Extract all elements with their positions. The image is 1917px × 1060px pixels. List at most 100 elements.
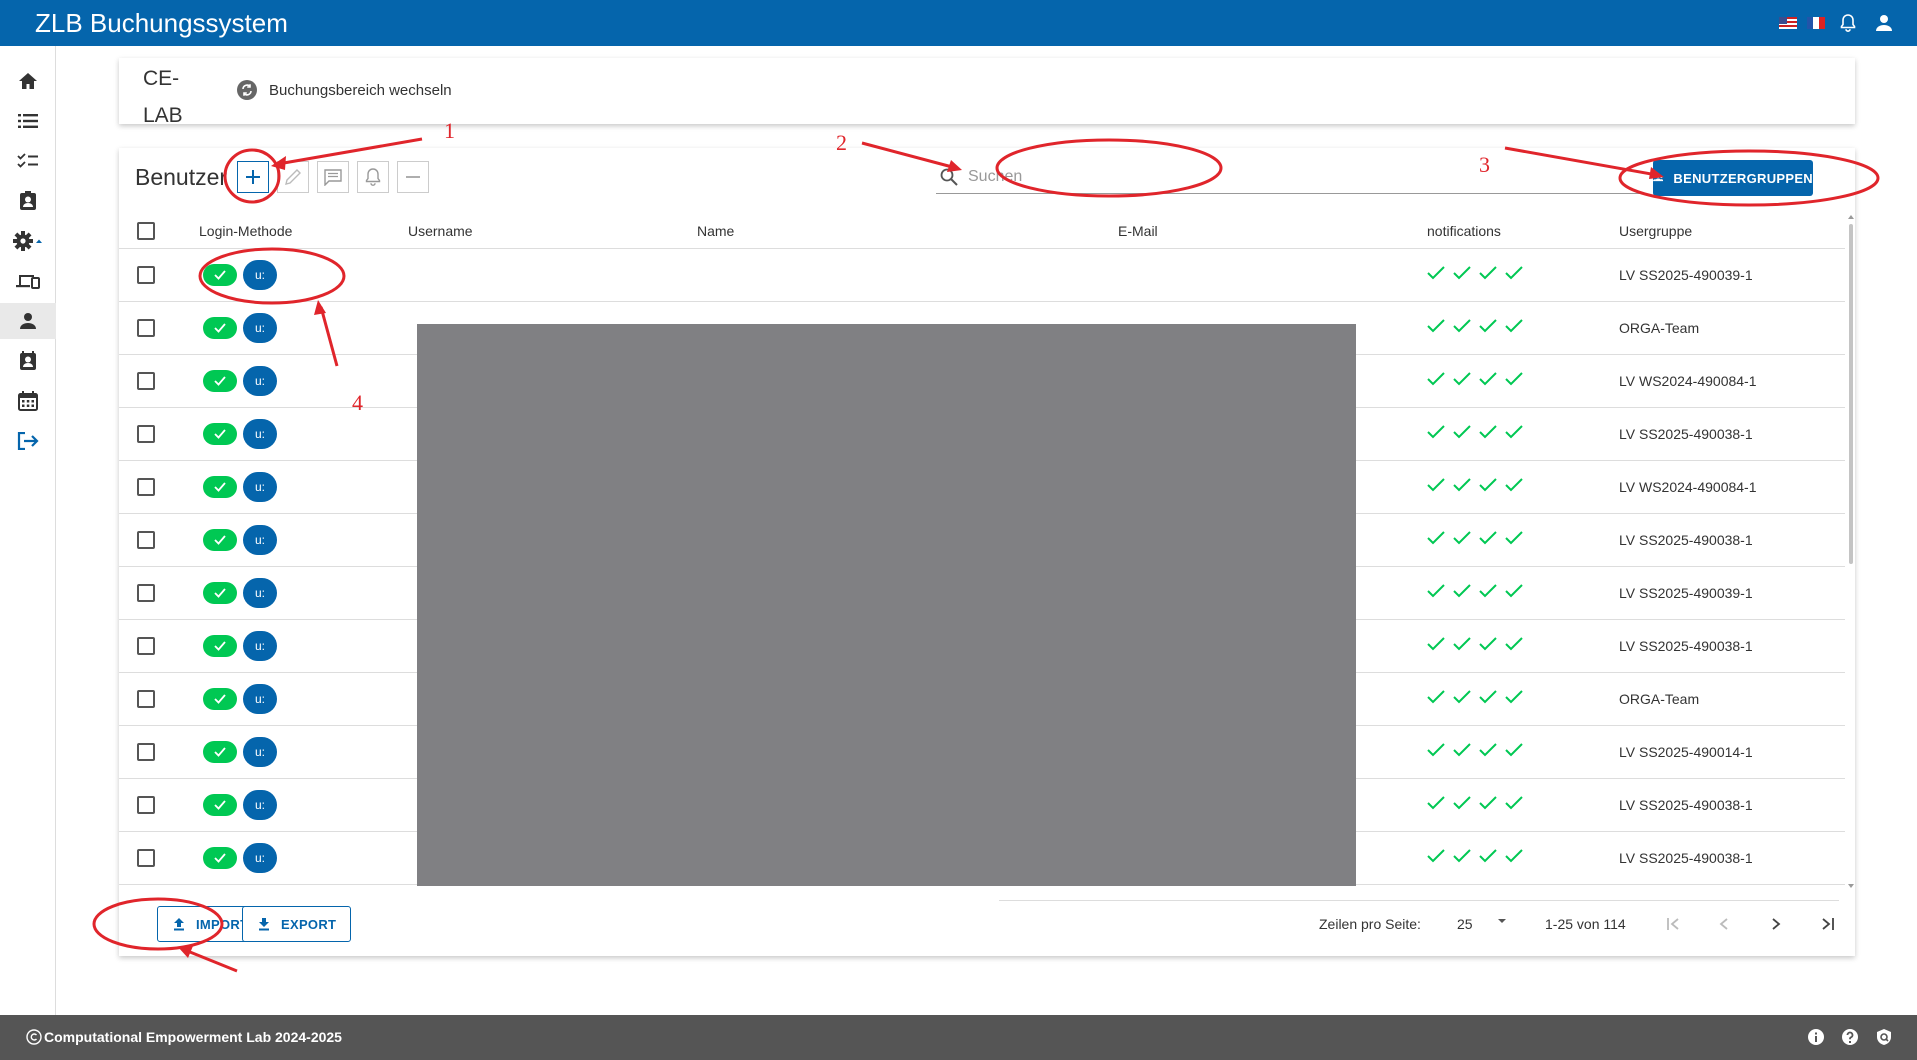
row-checkbox[interactable] <box>137 530 155 549</box>
sidebar-item-calendar[interactable] <box>0 383 56 419</box>
devices-icon <box>16 275 40 289</box>
username-cell <box>408 248 697 302</box>
row-checkbox[interactable] <box>137 265 155 284</box>
check-icon <box>214 534 226 545</box>
column-header-login[interactable]: Login-Methode <box>199 214 408 249</box>
copyright-icon <box>26 1029 42 1045</box>
last-page-icon <box>1822 918 1834 930</box>
row-checkbox[interactable] <box>137 318 155 337</box>
top-right-actions <box>1779 10 1897 36</box>
bell-icon[interactable] <box>1835 10 1861 36</box>
table-scrollbar[interactable] <box>1847 214 1855 889</box>
login-active-badge <box>203 316 237 339</box>
flag-us-icon[interactable] <box>1779 17 1797 29</box>
select-all-checkbox[interactable] <box>137 221 155 240</box>
last-page-button[interactable] <box>1815 911 1841 937</box>
sidebar-item-list[interactable] <box>0 103 56 139</box>
upload-icon <box>174 918 184 931</box>
privacy-icon[interactable] <box>1875 1028 1893 1046</box>
notification-check-icon <box>1453 743 1471 760</box>
users-table-container[interactable]: Login-Methode Username Name E-Mail notif… <box>119 214 1845 886</box>
switch-booking-area-button[interactable]: Buchungsbereich wechseln <box>237 80 452 100</box>
bell-outline-icon <box>365 168 381 186</box>
account-icon[interactable] <box>1871 10 1897 36</box>
row-checkbox[interactable] <box>137 689 155 708</box>
notification-check-icon <box>1453 796 1471 813</box>
sidebar-item-home[interactable] <box>0 63 56 99</box>
notification-check-icon <box>1453 372 1471 389</box>
row-checkbox[interactable] <box>137 795 155 814</box>
first-page-button[interactable] <box>1660 911 1686 937</box>
annotation-label-1: 1 <box>444 118 455 143</box>
sidebar-item-contacts[interactable] <box>0 343 56 379</box>
login-method-cell: u: <box>199 354 408 408</box>
help-icon[interactable] <box>1841 1028 1859 1046</box>
row-checkbox[interactable] <box>137 742 155 761</box>
notification-check-icon <box>1505 425 1523 442</box>
sidebar-item-devices[interactable] <box>0 263 56 299</box>
row-checkbox[interactable] <box>137 477 155 496</box>
login-method-badge: u: <box>243 418 277 449</box>
add-user-button[interactable] <box>237 161 269 193</box>
column-header-email[interactable]: E-Mail <box>1118 214 1427 249</box>
info-icon[interactable] <box>1807 1028 1825 1046</box>
notification-check-icon <box>1427 743 1445 760</box>
row-checkbox[interactable] <box>137 583 155 602</box>
row-checkbox[interactable] <box>137 371 155 390</box>
first-page-icon <box>1667 918 1679 930</box>
check-icon <box>214 481 226 492</box>
check-icon <box>214 852 226 863</box>
notification-check-icon <box>1505 849 1523 866</box>
login-method-badge: u: <box>243 736 277 767</box>
notification-check-icon <box>1505 690 1523 707</box>
pencil-icon <box>285 169 301 185</box>
sidebar-item-badge[interactable] <box>0 183 56 219</box>
notification-check-icon <box>1479 266 1497 283</box>
login-method-badge: u: <box>243 471 277 502</box>
sidebar-item-users[interactable] <box>0 303 56 339</box>
usergroup-cell: LV SS2025-490039-1 <box>1619 566 1845 620</box>
message-user-button[interactable] <box>317 161 349 193</box>
scrollbar-thumb[interactable] <box>1849 224 1853 564</box>
column-header-name[interactable]: Name <box>697 214 1118 249</box>
edit-user-button[interactable] <box>277 161 309 193</box>
home-icon <box>19 73 37 89</box>
rows-per-page-select[interactable]: 25 <box>1457 916 1507 932</box>
sidebar-item-settings[interactable] <box>0 223 56 259</box>
login-method-cell: u: <box>199 619 408 673</box>
sidebar-item-logout[interactable] <box>0 423 56 459</box>
notification-check-icon <box>1453 266 1471 283</box>
remove-user-button[interactable] <box>397 161 429 193</box>
login-method-cell: u: <box>199 725 408 779</box>
column-header-usergroup[interactable]: Usergruppe <box>1619 214 1845 249</box>
next-page-button[interactable] <box>1763 911 1789 937</box>
flag-fr-icon[interactable] <box>1807 17 1825 29</box>
row-checkbox[interactable] <box>137 424 155 443</box>
contact-icon <box>20 351 36 370</box>
usergroup-cell: LV SS2025-490038-1 <box>1619 407 1845 461</box>
notification-check-icon <box>1479 796 1497 813</box>
table-header-row: Login-Methode Username Name E-Mail notif… <box>119 214 1845 249</box>
sidebar-item-checklist[interactable] <box>0 143 56 179</box>
search-field[interactable] <box>936 160 1642 194</box>
copyright-text: Computational Empowerment Lab 2024-2025 <box>44 1029 342 1045</box>
login-active-badge <box>203 740 237 763</box>
column-header-notifications[interactable]: notifications <box>1427 214 1619 249</box>
redacted-area <box>417 324 1356 886</box>
search-input[interactable] <box>968 166 1608 188</box>
row-checkbox[interactable] <box>137 848 155 867</box>
minus-icon <box>406 176 420 178</box>
previous-page-button[interactable] <box>1711 911 1737 937</box>
row-checkbox[interactable] <box>137 636 155 655</box>
table-row[interactable]: u: LV SS2025-490039-1 <box>119 248 1845 302</box>
notification-check-icon <box>1427 478 1445 495</box>
login-method-cell: u: <box>199 301 408 355</box>
export-button[interactable]: EXPORT <box>242 906 352 942</box>
column-header-username[interactable]: Username <box>408 214 697 249</box>
notify-user-button[interactable] <box>357 161 389 193</box>
notification-check-icon <box>1479 319 1497 336</box>
user-groups-button[interactable]: BENUTZERGRUPPEN <box>1653 160 1813 196</box>
notification-check-icon <box>1505 743 1523 760</box>
notification-check-icon <box>1479 637 1497 654</box>
notification-check-icon <box>1453 425 1471 442</box>
